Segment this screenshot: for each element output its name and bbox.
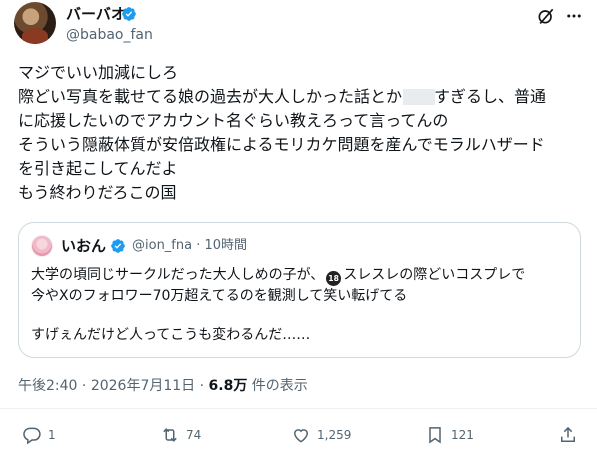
tweet-line: もう終わりだろこの国 bbox=[18, 183, 177, 202]
author-handle[interactable]: @babao_fan bbox=[66, 26, 153, 44]
repost-icon bbox=[163, 428, 177, 442]
bookmark-count: 121 bbox=[451, 428, 474, 442]
quoted-tweet-meta: @ion_fna · 10時間 bbox=[132, 238, 248, 253]
view-count: 6.8万 bbox=[208, 378, 248, 394]
tweet-line: に応援したいのでアカウント名ぐらい教えろって言ってんの bbox=[18, 111, 449, 130]
tweet-line: そういう隠蔽体質が安倍政権によるモリカケ問題を産んでモラルハザード bbox=[18, 135, 545, 154]
tweet-text: マジでいい加減にしろ 際どい写真を載せてる娘の過去が大人しかった話とかエロすぎる… bbox=[18, 61, 588, 205]
like-button[interactable]: 1,259 bbox=[291, 424, 351, 446]
quoted-tweet-line: 大学の頃同じサークルだった大人しめの子が、 18 スレスレの際どいコスプレで bbox=[31, 265, 571, 286]
quoted-tweet-card[interactable]: いおん @ion_fna · 10時間 大学の頃同じサークルだった大人しめの子が… bbox=[18, 222, 581, 358]
like-icon bbox=[293, 429, 309, 443]
tweet-meta: 午後2:40 · 2026年7月11日 · 6.8万 件の表示 bbox=[18, 378, 308, 394]
repost-count: 74 bbox=[186, 428, 202, 442]
verified-badge-icon bbox=[111, 239, 125, 253]
tweet-time[interactable]: 午後2:40 bbox=[18, 378, 77, 394]
bookmark-button[interactable]: 121 bbox=[425, 424, 474, 446]
share-icon bbox=[561, 426, 575, 442]
grok-icon[interactable] bbox=[536, 6, 556, 26]
quoted-tweet-text: 大学の頃同じサークルだった大人しめの子が、 18 スレスレの際どいコスプレで 今やX… bbox=[31, 265, 571, 346]
divider bbox=[0, 408, 597, 409]
bookmark-icon bbox=[429, 427, 441, 444]
repost-button[interactable]: 74 bbox=[160, 424, 201, 446]
tweet-date[interactable]: 2026年7月11日 bbox=[91, 378, 195, 394]
r18-icon: 18 bbox=[326, 271, 342, 286]
author-display-name[interactable]: バーバオ bbox=[66, 4, 126, 24]
like-count: 1,259 bbox=[317, 428, 352, 442]
tweet-line: 際どい写真を載せてる娘の過去が大人しかった話とかエロすぎるし、普通 bbox=[18, 87, 547, 106]
view-count-label: 件の表示 bbox=[251, 378, 308, 394]
tweet-line: を引き起こしてんだよ bbox=[18, 159, 178, 178]
author-avatar[interactable] bbox=[14, 2, 56, 44]
quoted-tweet-time: 10時間 bbox=[204, 238, 248, 253]
share-button[interactable] bbox=[558, 424, 578, 446]
quoted-author-display-name: いおん bbox=[61, 237, 107, 255]
censored-text: エロ bbox=[402, 87, 436, 106]
quoted-tweet-line: 今やXのフォロワー70万超えてるのを観測して笑い転げてる bbox=[31, 288, 408, 304]
reply-button[interactable]: 1 bbox=[22, 424, 56, 446]
quoted-author-avatar bbox=[31, 235, 53, 257]
reply-icon bbox=[23, 427, 41, 445]
reply-count: 1 bbox=[48, 428, 56, 442]
tweet-line: マジでいい加減にしろ bbox=[18, 63, 179, 82]
verified-badge-icon bbox=[122, 7, 136, 21]
more-icon[interactable] bbox=[565, 7, 583, 25]
quoted-author-handle: @ion_fna bbox=[132, 238, 193, 253]
quoted-tweet-line: すげぇんだけど人ってこうも変わるんだ…… bbox=[31, 327, 311, 343]
